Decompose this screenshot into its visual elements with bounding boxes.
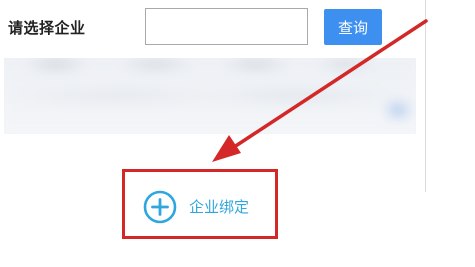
company-select-label: 请选择企业 <box>8 19 86 37</box>
bind-company-link[interactable]: 企业绑定 <box>143 189 249 225</box>
bind-company-label: 企业绑定 <box>189 198 250 216</box>
blurred-content-area <box>4 58 416 134</box>
query-button[interactable]: 查询 <box>324 9 382 45</box>
company-search-input[interactable] <box>145 8 308 45</box>
panel-divider <box>425 0 426 192</box>
plus-circle-icon <box>143 190 177 224</box>
